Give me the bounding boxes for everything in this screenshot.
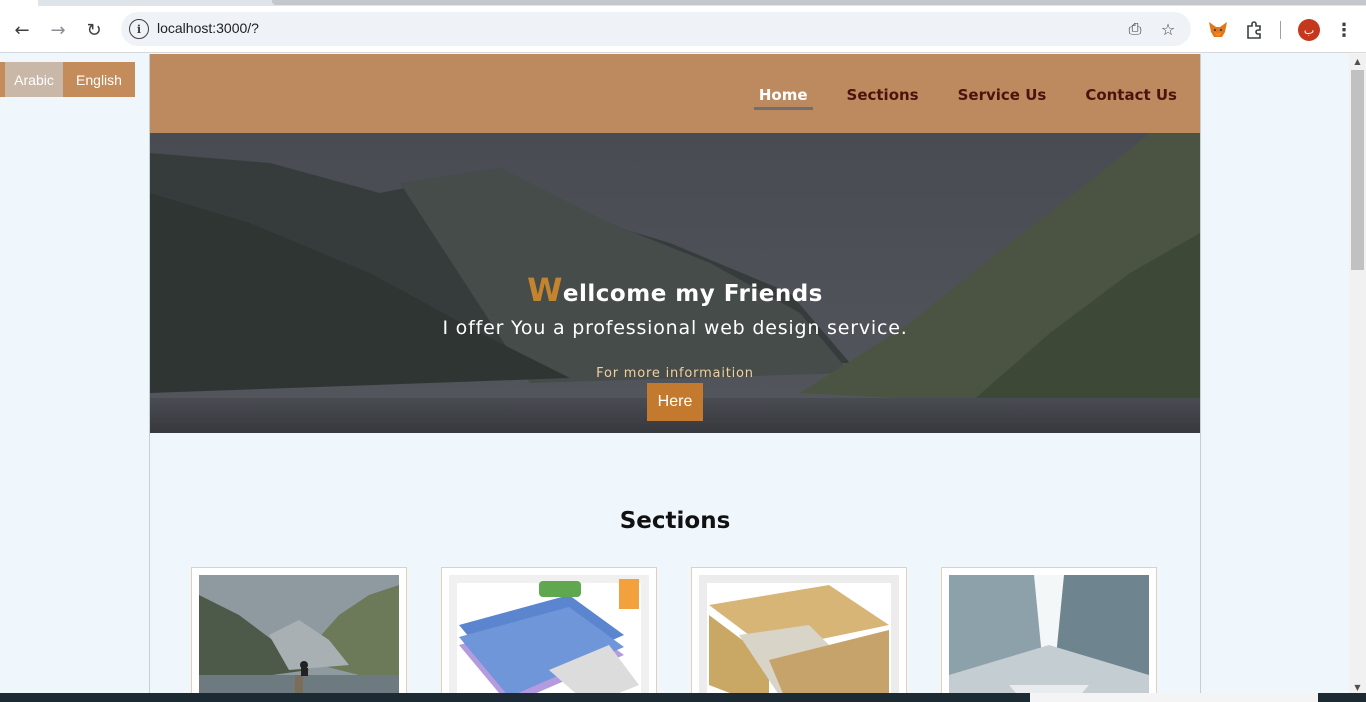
address-bar[interactable]: i localhost:3000/? ⎙ ☆ bbox=[121, 12, 1191, 46]
arabic-button[interactable]: Arabic bbox=[5, 62, 63, 97]
bookmark-star-icon[interactable]: ☆ bbox=[1158, 19, 1178, 39]
site-header: Home Sections Service Us Contact Us bbox=[150, 54, 1200, 133]
taskbar-window[interactable] bbox=[1030, 693, 1318, 702]
sections-title: Sections bbox=[619, 508, 731, 534]
inactive-tab[interactable] bbox=[272, 0, 1366, 5]
hero-title-text: ellcome my Friends bbox=[562, 281, 823, 307]
hero-title-first-letter: W bbox=[527, 271, 563, 309]
nav-contact-us[interactable]: Contact Us bbox=[1080, 86, 1182, 110]
site-info-icon[interactable]: i bbox=[129, 19, 149, 39]
back-icon[interactable]: ← bbox=[9, 17, 35, 43]
hero-title: Wellcome my Friends bbox=[150, 271, 1200, 309]
scroll-down-icon[interactable]: ▼ bbox=[1349, 680, 1366, 694]
site-container: Home Sections Service Us Contact Us Well… bbox=[149, 54, 1201, 702]
mountain-lake-image bbox=[199, 575, 399, 702]
toolbar-separator bbox=[1280, 21, 1281, 39]
reload-icon[interactable]: ↻ bbox=[81, 17, 107, 43]
section-card[interactable] bbox=[941, 567, 1157, 702]
page-scrollbar[interactable]: ▲ ▼ bbox=[1349, 54, 1366, 694]
nav-service-us[interactable]: Service Us bbox=[953, 86, 1052, 110]
nav-sections[interactable]: Sections bbox=[842, 86, 924, 110]
more-menu-icon[interactable]: ⋮ bbox=[1332, 18, 1356, 42]
binders-image bbox=[449, 575, 649, 702]
hero-banner: Wellcome my Friends I offer You a profes… bbox=[150, 133, 1200, 433]
here-button[interactable]: Here bbox=[647, 383, 703, 421]
os-taskbar bbox=[0, 693, 1366, 702]
hero-subtitle: I offer You a professional web design se… bbox=[442, 317, 908, 339]
section-card[interactable] bbox=[691, 567, 907, 702]
hero-more-info: For more informaition bbox=[596, 366, 754, 381]
nav-home[interactable]: Home bbox=[753, 86, 813, 110]
language-switch: Arabic English bbox=[0, 62, 135, 97]
forward-icon[interactable]: → bbox=[45, 17, 71, 43]
profile-avatar[interactable]: ب bbox=[1298, 19, 1320, 41]
browser-toolbar: ← → ↻ i localhost:3000/? ⎙ ☆ ب ⋮ bbox=[0, 6, 1366, 53]
main-nav: Home Sections Service Us Contact Us bbox=[725, 86, 1182, 110]
metamask-fox-icon[interactable] bbox=[1206, 18, 1230, 42]
scroll-up-icon[interactable]: ▲ bbox=[1349, 54, 1366, 68]
section-card[interactable] bbox=[191, 567, 407, 702]
url-text[interactable]: localhost:3000/? bbox=[157, 20, 259, 36]
section-card[interactable] bbox=[441, 567, 657, 702]
folder-documents-image bbox=[699, 575, 899, 702]
english-button[interactable]: English bbox=[63, 62, 135, 97]
extensions-puzzle-icon[interactable] bbox=[1242, 18, 1266, 42]
scrollbar-thumb[interactable] bbox=[1351, 70, 1364, 270]
install-icon[interactable]: ⎙ bbox=[1125, 19, 1145, 39]
architecture-image bbox=[949, 575, 1149, 702]
